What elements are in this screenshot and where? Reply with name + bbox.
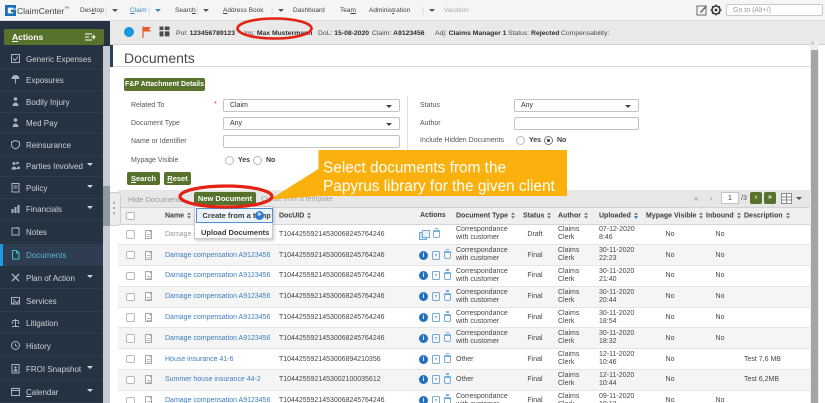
svg-text:Select documents from the: Select documents from the [323,159,506,176]
